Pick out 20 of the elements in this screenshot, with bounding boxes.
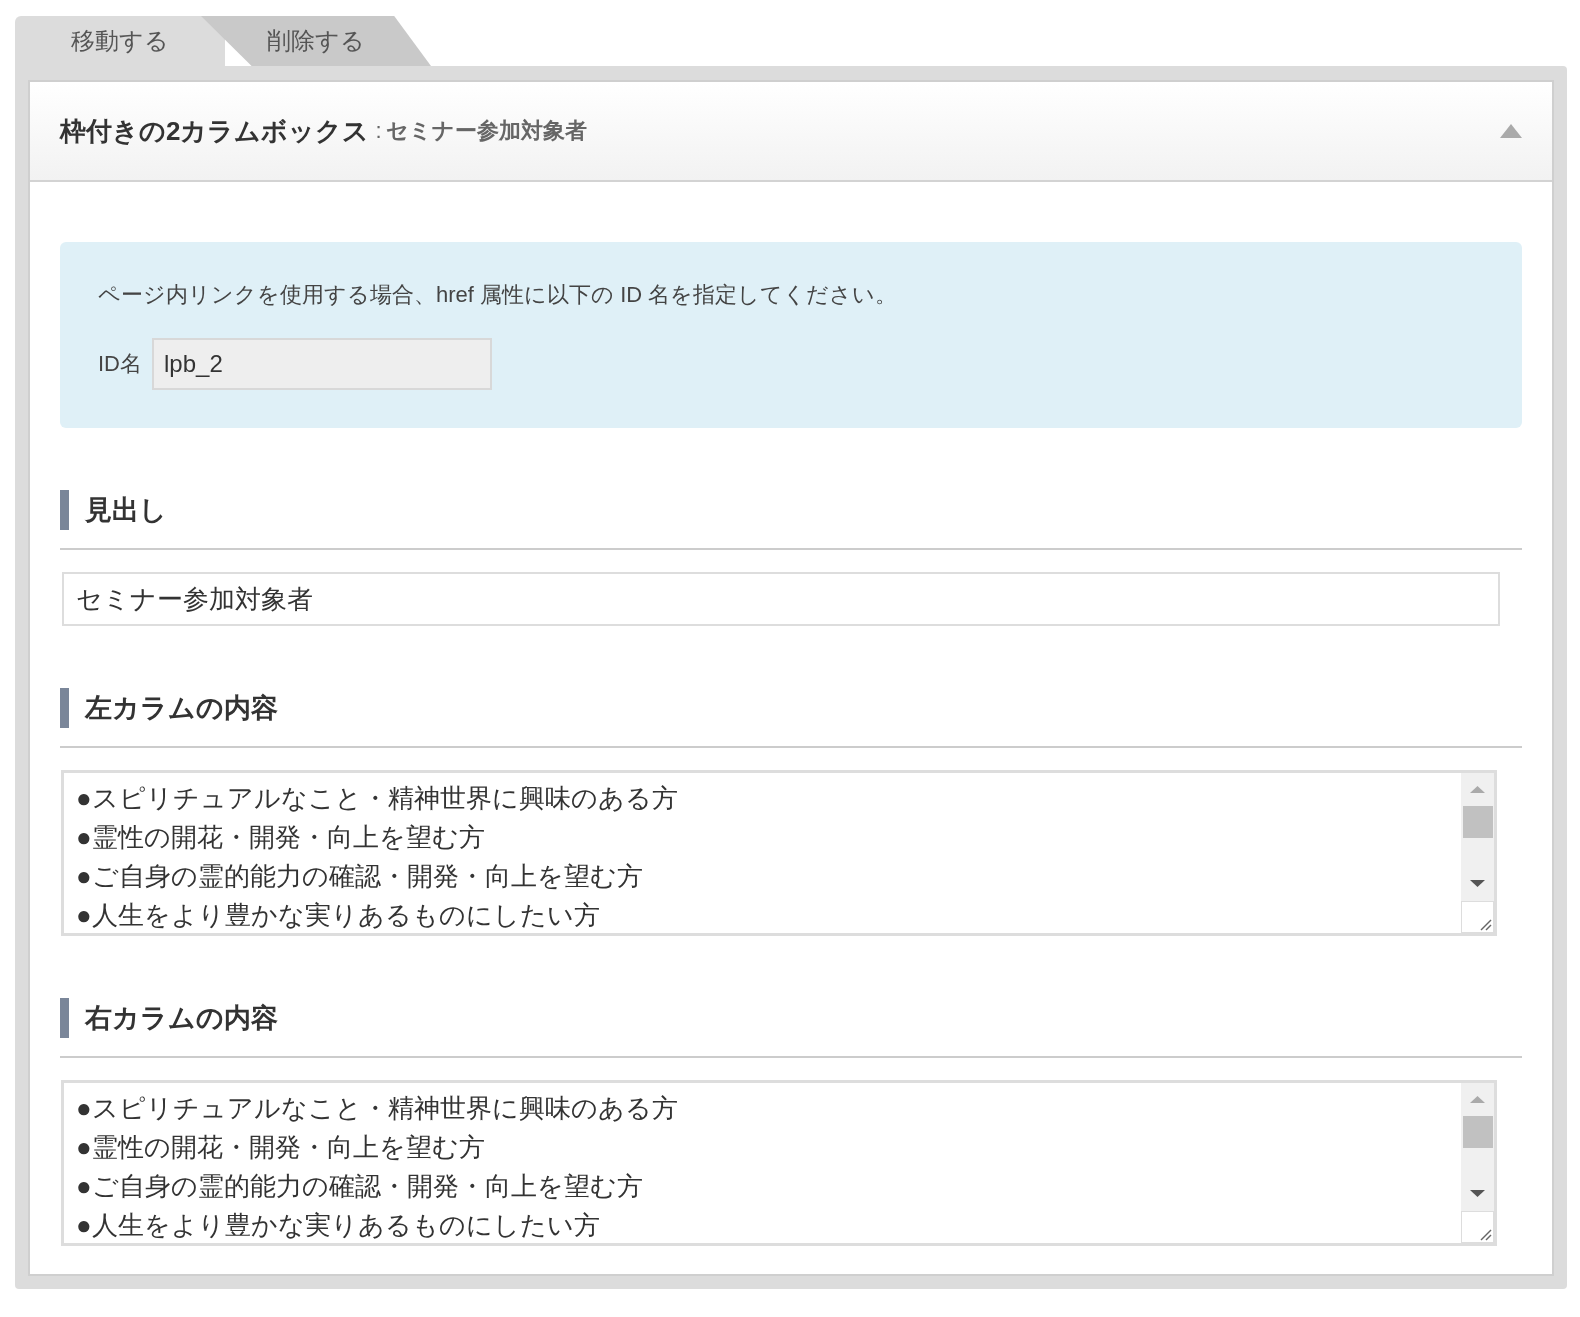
title-separator: : [375,118,382,144]
section-heading: 左カラムの内容 [85,692,278,725]
heading-field[interactable]: セミナー参加対象者 [62,572,1500,626]
heading-bar [60,688,69,728]
notice-text: ページ内リンクを使用する場合、href 属性に以下の ID 名を指定してください。 [98,281,899,309]
panel-subtitle: セミナー参加対象者 [385,117,588,145]
heading-bar [60,490,69,530]
textarea-field[interactable]: ●スピリチュアルなこと・精神世界に興味のある方 ●霊性の開花・開発・向上を望む方 ●ご自身の霊的能力の確認・開発・向上を望む方 ●人生をより豊かな実りあるものにしたい方 [61,1080,1497,1246]
section-heading: 右カラムの内容 [85,1002,278,1035]
id-label: ID名 [98,350,142,378]
id-field[interactable]: lpb_2 [152,338,492,390]
textarea-field[interactable]: ●スピリチュアルなこと・精神世界に興味のある方 ●霊性の開花・開発・向上を望む方 ●ご自身の霊的能力の確認・開発・向上を望む方 ●人生をより豊かな実りあるものにしたい方 [61,770,1497,936]
tab[interactable]: 削除する [201,16,431,66]
panel-title: 枠付きの2カラムボックス [60,114,370,148]
heading-bar [60,998,69,1038]
scrollbar-icon[interactable] [1461,1083,1494,1243]
tab[interactable]: 移動する [15,16,225,66]
section-heading: 見出し [85,494,167,527]
scrollbar-icon[interactable] [1461,773,1494,933]
collapse-caret-icon[interactable] [1500,124,1522,138]
